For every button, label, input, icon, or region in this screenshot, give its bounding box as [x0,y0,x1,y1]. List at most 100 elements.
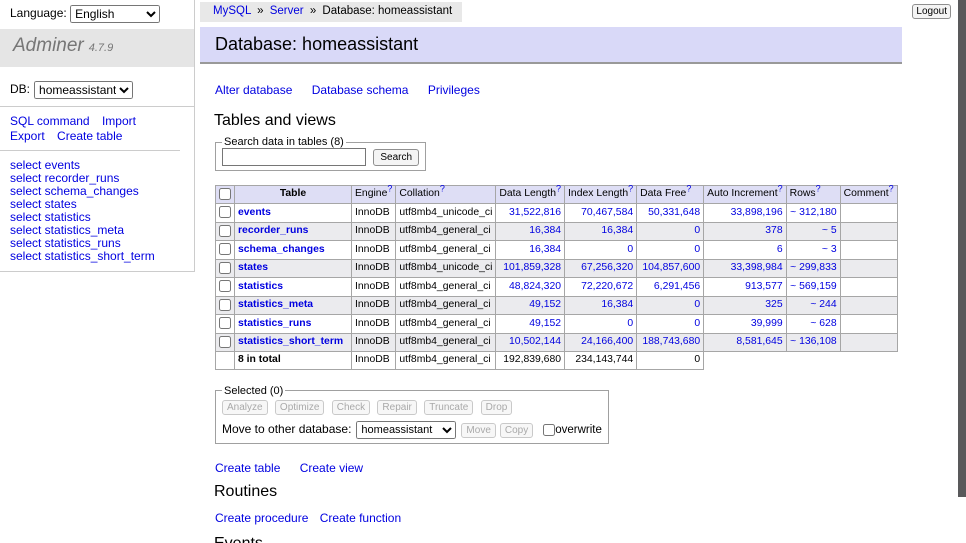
table-link[interactable]: statistics [238,281,283,292]
table-link[interactable]: statistics_runs [238,318,311,329]
comment-cell [840,296,897,314]
rows-link[interactable]: ~ 136,108 [790,336,837,347]
rows-link[interactable]: ~ 244 [810,299,836,310]
create-function-link[interactable]: Create function [320,511,401,525]
data-length-link[interactable]: 49,152 [529,299,561,310]
index-length-link[interactable]: 72,220,672 [581,281,633,292]
sidebar-link-import[interactable]: Import [102,114,136,128]
table-link[interactable]: schema_changes [238,244,325,255]
index-length-link[interactable]: 67,256,320 [581,262,633,273]
db-select[interactable]: homeassistant [34,81,133,99]
breadcrumb-mysql[interactable]: MySQL [213,5,251,17]
select-all-checkbox[interactable] [219,188,231,200]
total-data-length: 192,839,680 [496,352,565,370]
index-length-link[interactable]: 16,384 [601,299,633,310]
table-link[interactable]: states [238,262,268,273]
data-free-link[interactable]: 0 [694,244,700,255]
overwrite-checkbox[interactable] [543,424,555,436]
data-length-link[interactable]: 31,522,816 [509,207,561,218]
data-length-link[interactable]: 10,502,144 [509,336,561,347]
index-length-link[interactable]: 70,467,584 [581,207,633,218]
data-length-help-link[interactable]: ? [556,188,561,199]
engine-help-link[interactable]: ? [387,188,392,199]
index-length-link[interactable]: 0 [627,244,633,255]
table-link[interactable]: events [238,207,271,218]
data-length-link[interactable]: 16,384 [529,244,561,255]
row-checkbox[interactable] [219,299,231,311]
table-link[interactable]: recorder_runs [238,225,308,236]
auto-increment-link[interactable]: 913,577 [745,281,783,292]
index-length-help-link[interactable]: ? [628,188,633,199]
row-checkbox[interactable] [219,336,231,348]
breadcrumb: MySQL » Server » Database: homeassistant [200,2,462,22]
alter-database-link[interactable]: Alter database [215,83,292,97]
row-checkbox[interactable] [219,206,231,218]
comment-help-link[interactable]: ? [889,188,894,199]
data-free-link[interactable]: 0 [694,318,700,329]
breadcrumb-server[interactable]: Server [270,5,304,17]
move-db-select[interactable]: homeassistant [356,421,456,439]
data-free-link[interactable]: 104,857,600 [642,262,700,273]
language-select[interactable]: English [70,5,160,23]
table-link[interactable]: statistics_meta [238,299,313,310]
rows-link[interactable]: ~ 628 [810,318,836,329]
create-table-link[interactable]: Create table [215,461,280,475]
index-length-link[interactable]: 0 [627,318,633,329]
rows-link[interactable]: ~ 3 [822,244,837,255]
sidebar-link-create-table[interactable]: Create table [57,129,122,143]
data-free-link[interactable]: 6,291,456 [654,281,700,292]
auto-increment-link[interactable]: 39,999 [751,318,783,329]
database-schema-link[interactable]: Database schema [312,83,409,97]
routine-links: Create procedure Create function [215,511,966,525]
table-link[interactable]: statistics_short_term [238,336,343,347]
collation-cell: utf8mb4_general_ci [396,296,496,314]
select-all-cell [216,186,235,204]
analyze-button: Analyze [222,400,268,415]
col-engine: Engine? [352,186,396,204]
row-checkbox[interactable] [219,262,231,274]
search-button[interactable]: Search [373,149,419,166]
auto-increment-link[interactable]: 33,898,196 [731,207,783,218]
data-length-link[interactable]: 48,824,320 [509,281,561,292]
row-checkbox[interactable] [219,317,231,329]
sidebar-select-statistics-short-term[interactable]: select statistics_short_term [10,250,194,263]
create-view-link[interactable]: Create view [300,461,363,475]
data-free-help-link[interactable]: ? [686,188,691,199]
row-checkbox[interactable] [219,243,231,255]
engine-cell: InnoDB [352,204,396,222]
collation-help-link[interactable]: ? [440,188,445,199]
rows-link[interactable]: ~ 299,833 [790,262,837,273]
search-input[interactable] [222,148,366,166]
index-length-link[interactable]: 16,384 [601,225,633,236]
privileges-link[interactable]: Privileges [428,83,480,97]
auto-increment-link[interactable]: 8,581,645 [736,336,782,347]
rows-link[interactable]: ~ 569,159 [790,281,837,292]
sidebar-link-export[interactable]: Export [10,129,45,143]
auto-increment-link[interactable]: 378 [765,225,782,236]
rows-link[interactable]: ~ 312,180 [790,207,837,218]
auto-increment-link[interactable]: 33,398,984 [731,262,783,273]
data-free-link[interactable]: 188,743,680 [642,336,700,347]
auto-increment-help-link[interactable]: ? [778,188,783,199]
scrollbar[interactable] [958,0,966,497]
row-checkbox[interactable] [219,225,231,237]
sidebar-link-sql-command[interactable]: SQL command [10,114,90,128]
logout-button[interactable]: Logout [912,4,951,19]
data-length-link[interactable]: 101,859,328 [503,262,561,273]
row-checkbox[interactable] [219,280,231,292]
col-table: Table [235,186,352,204]
app-title: Adminer4.7.9 [0,29,194,67]
data-length-link[interactable]: 49,152 [529,318,561,329]
data-free-link[interactable]: 50,331,648 [648,207,700,218]
index-length-link[interactable]: 24,166,400 [581,336,633,347]
rows-help-link[interactable]: ? [816,188,821,199]
table-row: events InnoDB utf8mb4_unicode_ci 31,522,… [216,204,898,222]
data-length-link[interactable]: 16,384 [529,225,561,236]
auto-increment-link[interactable]: 325 [765,299,782,310]
auto-increment-link[interactable]: 6 [777,244,783,255]
rows-link[interactable]: ~ 5 [822,225,837,236]
create-procedure-link[interactable]: Create procedure [215,511,308,525]
tables-table: Table Engine? Collation? Data Length? In… [215,185,898,370]
data-free-link[interactable]: 0 [694,299,700,310]
data-free-link[interactable]: 0 [694,225,700,236]
